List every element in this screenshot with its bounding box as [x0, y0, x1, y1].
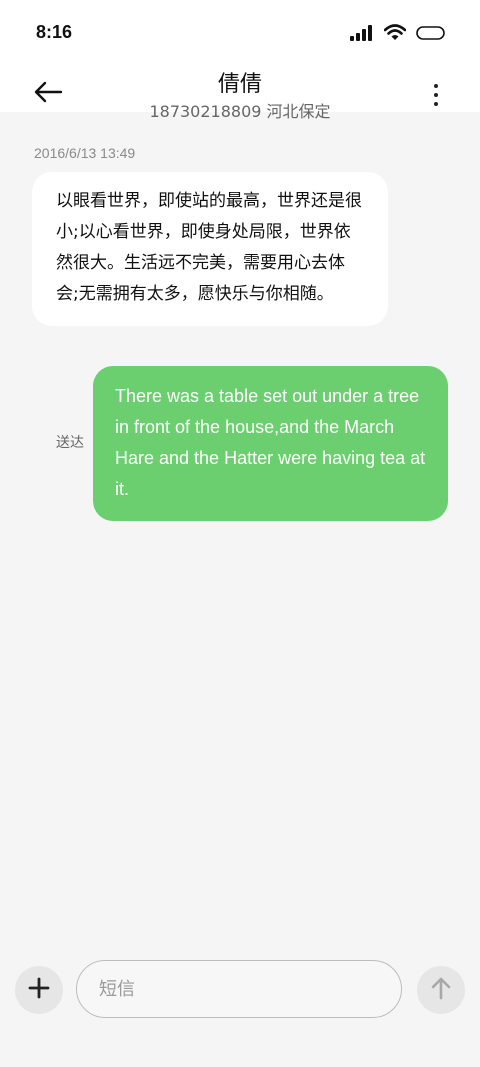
contact-name: 倩倩	[217, 72, 262, 97]
status-icons	[350, 24, 446, 45]
battery-icon	[416, 25, 446, 44]
more-options-button[interactable]	[426, 80, 446, 110]
message-timestamp: 2016/6/13 13:49	[34, 145, 136, 161]
arrow-up-icon	[430, 976, 452, 1004]
status-time: 8:16	[36, 22, 73, 42]
message-input[interactable]	[76, 960, 402, 1018]
incoming-message-bubble[interactable]: 以眼看世界，即使站的最高，世界还是很小;以心看世界，即使身处局限，世界依然很大。…	[32, 172, 388, 326]
delivery-status: 送达	[56, 435, 84, 451]
contact-subtitle: 18730218809 河北保定	[149, 102, 331, 121]
more-vertical-icon	[434, 102, 438, 106]
more-vertical-icon	[434, 84, 438, 88]
more-vertical-icon	[434, 93, 438, 97]
plus-icon	[28, 977, 50, 1003]
header: 倩倩 18730218809 河北保定	[0, 60, 480, 121]
signal-icon	[350, 24, 374, 45]
outgoing-message-bubble[interactable]: There was a table set out under a tree i…	[93, 366, 448, 521]
send-button[interactable]	[417, 966, 465, 1014]
add-attachment-button[interactable]	[15, 966, 63, 1014]
wifi-icon	[383, 24, 407, 45]
